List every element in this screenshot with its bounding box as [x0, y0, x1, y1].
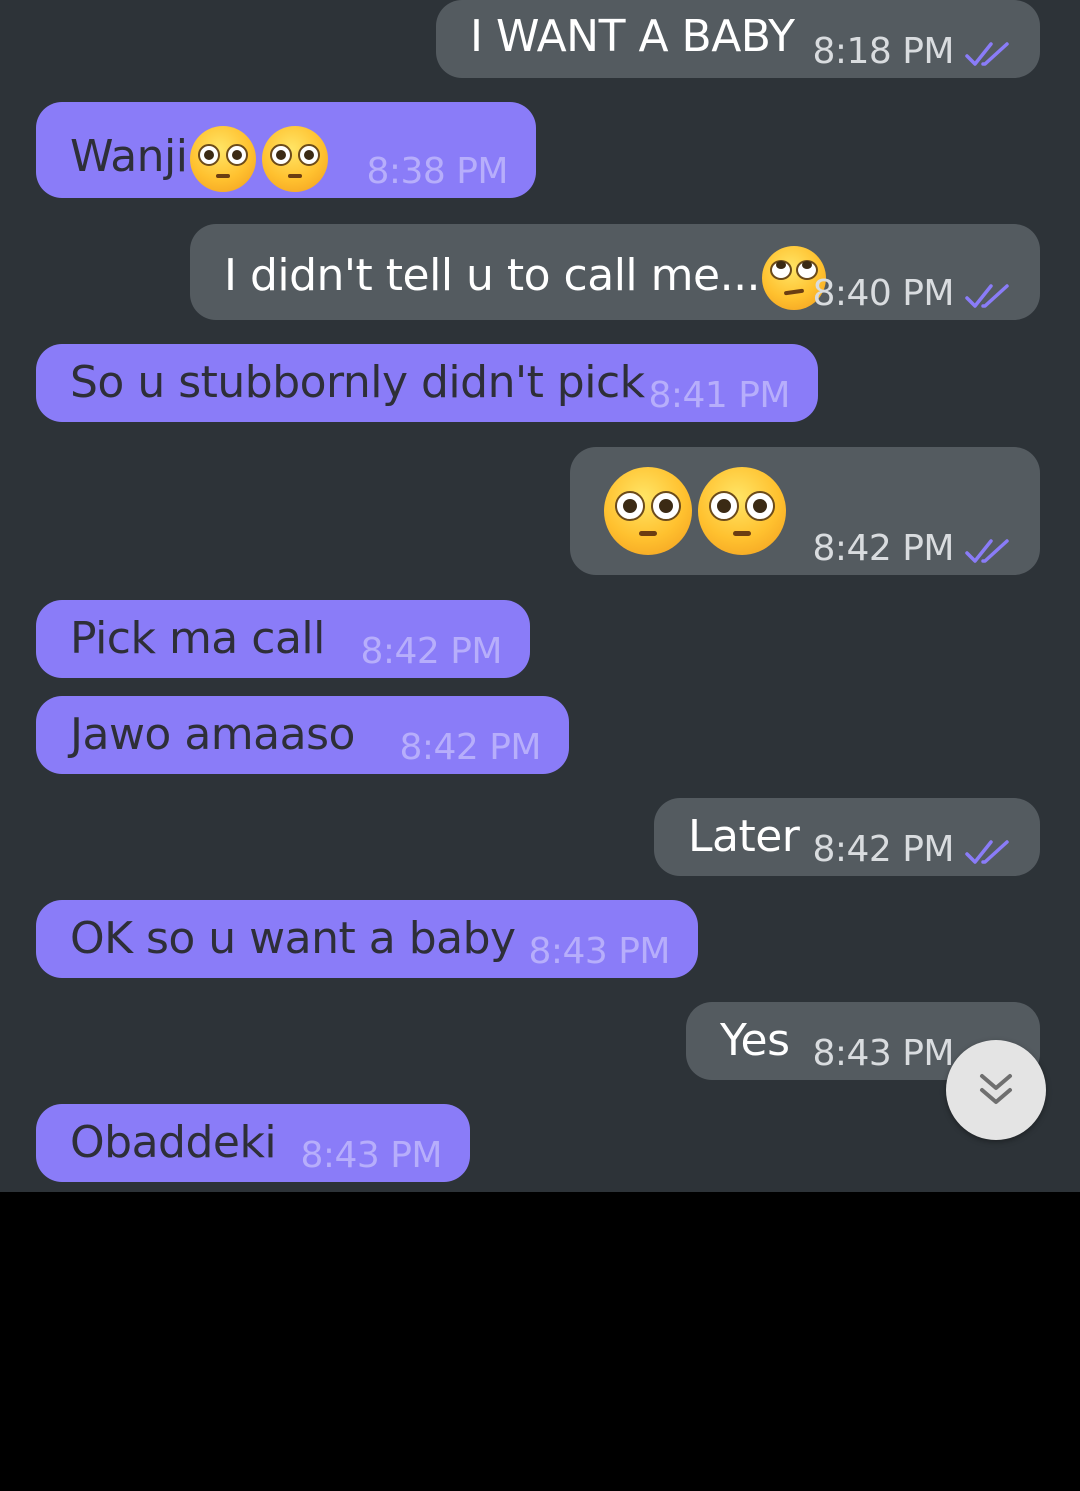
message-text: OK so u want a baby — [70, 913, 516, 964]
message-time: 8:40 PM — [812, 273, 954, 314]
message-time: 8:18 PM — [812, 31, 954, 72]
message-text: Obaddeki — [70, 1117, 277, 1168]
message-time: 8:42 PM — [360, 631, 502, 672]
message-time: 8:42 PM — [399, 727, 541, 768]
message-text: Later — [688, 811, 800, 862]
flushed-face-emoji — [604, 467, 692, 555]
incoming-message[interactable]: Pick ma call 8:42 PM — [36, 600, 530, 678]
outgoing-message[interactable]: I WANT A BABY 8:18 PM — [436, 0, 1040, 78]
message-text: I didn't tell u to call me... — [224, 246, 827, 310]
message-time: 8:43 PM — [812, 1033, 954, 1074]
outgoing-message[interactable]: I didn't tell u to call me... 8:40 PM — [190, 224, 1040, 320]
bottom-blank-area — [0, 1192, 1080, 1491]
incoming-message[interactable]: Wanji 8:38 PM — [36, 102, 536, 198]
message-text-content: Wanji — [70, 131, 188, 182]
message-text: Jawo amaaso — [70, 709, 355, 760]
message-text: Pick ma call — [70, 613, 325, 664]
double-check-icon — [965, 840, 1009, 864]
message-time: 8:42 PM — [812, 829, 954, 870]
flushed-face-emoji — [261, 126, 328, 192]
message-time: 8:43 PM — [300, 1135, 442, 1176]
flushed-face-emoji — [189, 126, 256, 192]
message-text: So u stubbornly didn't pick — [70, 357, 645, 408]
flushed-face-emoji — [698, 467, 786, 555]
outgoing-message[interactable]: 8:42 PM — [570, 447, 1040, 575]
message-text: Wanji — [70, 126, 328, 192]
incoming-message[interactable]: Jawo amaaso 8:42 PM — [36, 696, 569, 774]
outgoing-message[interactable]: Later 8:42 PM — [654, 798, 1040, 876]
double-check-icon — [965, 539, 1009, 563]
message-text-content: I didn't tell u to call me... — [224, 250, 761, 301]
message-text: Yes — [720, 1015, 790, 1066]
chat-history[interactable]: I WANT A BABY 8:18 PM Wanji 8:38 PM I di… — [0, 0, 1080, 1192]
incoming-message[interactable]: OK so u want a baby 8:43 PM — [36, 900, 698, 978]
incoming-message[interactable]: Obaddeki 8:43 PM — [36, 1104, 470, 1182]
message-text — [604, 467, 786, 555]
message-time: 8:38 PM — [366, 151, 508, 192]
double-check-icon — [965, 284, 1009, 308]
message-time: 8:43 PM — [528, 931, 670, 972]
scroll-to-bottom-button[interactable] — [946, 1040, 1046, 1140]
incoming-message[interactable]: So u stubbornly didn't pick 8:41 PM — [36, 344, 818, 422]
message-time: 8:41 PM — [648, 375, 790, 416]
message-text: I WANT A BABY — [470, 11, 795, 62]
double-check-icon — [965, 42, 1009, 66]
message-time: 8:42 PM — [812, 528, 954, 569]
chevron-double-down-icon — [980, 1074, 1012, 1104]
